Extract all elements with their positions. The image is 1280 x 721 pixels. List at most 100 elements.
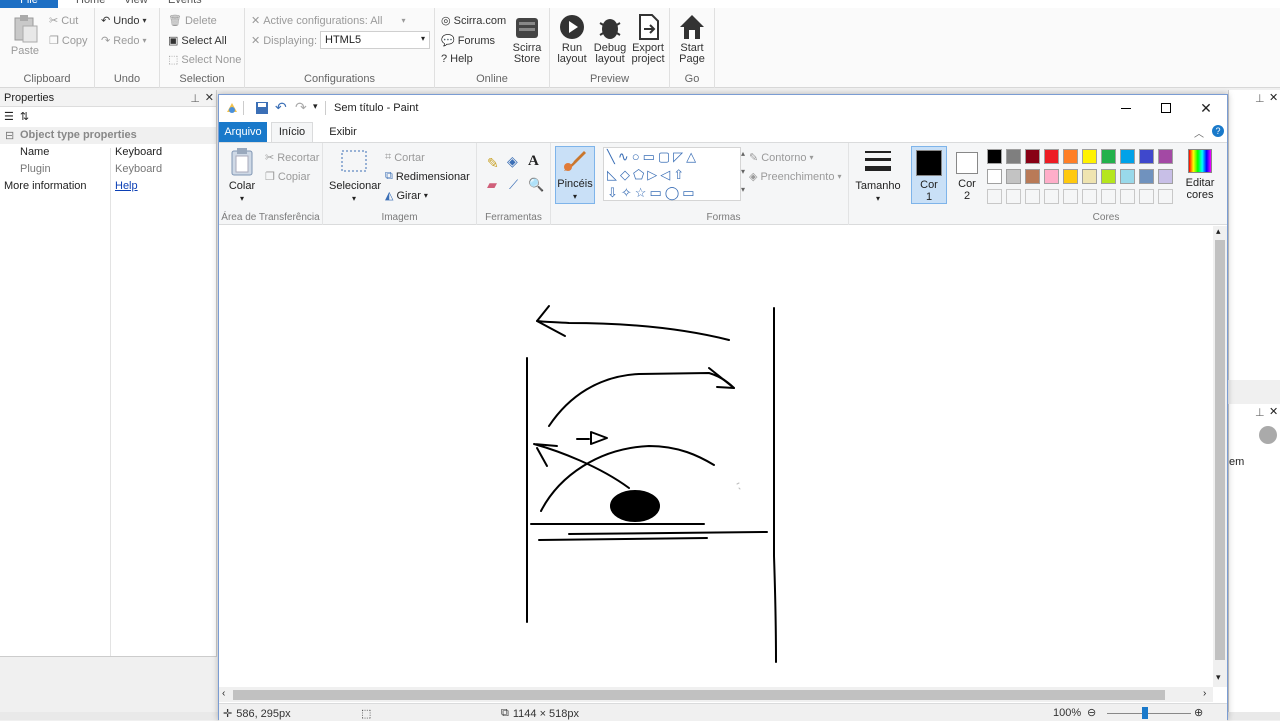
vertical-scrollbar[interactable]: ▴ ▾ <box>1213 226 1227 687</box>
help-link[interactable]: ? Help <box>441 53 473 65</box>
fill-icon[interactable]: ◈ <box>507 153 518 170</box>
custom-color-slot[interactable] <box>1101 189 1116 204</box>
scroll-up-icon[interactable]: ▴ <box>1216 226 1221 237</box>
pencil-icon[interactable]: ✎ <box>487 155 499 172</box>
close-button[interactable]: ✕ <box>1183 95 1229 121</box>
debug-layout-button[interactable]: Debug layout <box>592 13 628 65</box>
girar-button[interactable]: ◭ Girar ▾ <box>385 189 428 203</box>
color-swatch[interactable] <box>1063 169 1078 184</box>
select-all-button[interactable]: ▣ Select All <box>168 34 227 48</box>
pinceis-button[interactable]: Pincéis ▾ <box>555 146 595 204</box>
color-swatch[interactable] <box>1006 169 1021 184</box>
paste-button[interactable]: Paste <box>8 14 42 57</box>
color-swatch[interactable] <box>1120 169 1135 184</box>
tamanho-button[interactable]: Tamanho ▾ <box>853 149 903 205</box>
colar-button[interactable]: Colar ▾ <box>225 147 259 205</box>
custom-color-slot[interactable] <box>1082 189 1097 204</box>
scirra-store-button[interactable]: Scirra Store <box>509 13 545 65</box>
help-icon[interactable]: ? <box>1212 125 1224 137</box>
contorno-button[interactable]: ✎ Contorno ▾ <box>749 151 814 165</box>
zoom-slider-track[interactable] <box>1107 713 1191 714</box>
cut-button[interactable]: ✂ Cut <box>49 14 78 28</box>
color-swatch[interactable] <box>1120 149 1135 164</box>
tab-exibir[interactable]: Exibir <box>323 122 363 142</box>
color-swatch[interactable] <box>1158 169 1173 184</box>
preenchimento-button[interactable]: ◈ Preenchimento ▾ <box>749 170 841 184</box>
color-swatch[interactable] <box>1006 149 1021 164</box>
color-swatch[interactable] <box>1082 169 1097 184</box>
horizontal-scroll-thumb[interactable] <box>233 690 1165 700</box>
scroll-up-icon[interactable]: ▴ <box>741 149 745 158</box>
copiar-button[interactable]: ❐ Copiar <box>265 170 310 184</box>
recortar-button[interactable]: ✂ Recortar <box>265 151 319 165</box>
drawing-canvas[interactable] <box>219 226 1213 687</box>
vertical-scroll-thumb[interactable] <box>1215 240 1225 660</box>
home-tab[interactable]: Home <box>70 0 111 8</box>
file-tab[interactable]: File <box>0 0 58 8</box>
scroll-left-icon[interactable]: ‹ <box>222 688 225 699</box>
forums-link[interactable]: 💬 Forums <box>441 34 495 48</box>
color-swatch[interactable] <box>1025 169 1040 184</box>
redimensionar-button[interactable]: ⧉ Redimensionar <box>385 170 470 183</box>
color-swatch[interactable] <box>1082 149 1097 164</box>
color-picker-icon[interactable]: ⟋ <box>509 177 518 193</box>
events-tab[interactable]: Events <box>162 0 208 8</box>
scirra-link[interactable]: ◎ Scirra.com <box>441 14 506 28</box>
sort-alpha-icon[interactable]: ⇅ <box>20 110 29 124</box>
help-link[interactable]: Help <box>115 180 138 192</box>
color-swatch[interactable] <box>1044 149 1059 164</box>
collapse-ribbon-icon[interactable]: ︿ <box>1194 125 1204 140</box>
custom-color-slot[interactable] <box>1025 189 1040 204</box>
run-layout-button[interactable]: Run layout <box>554 13 590 65</box>
custom-color-slot[interactable] <box>1120 189 1135 204</box>
undo-button[interactable]: ↶ Undo ▾ <box>101 14 147 28</box>
color-swatch[interactable] <box>987 149 1002 164</box>
custom-color-slot[interactable] <box>1063 189 1078 204</box>
active-configurations-dropdown[interactable]: ✕ Active configurations: All ▾ <box>251 14 405 28</box>
copy-button[interactable]: ❐ Copy <box>49 34 88 48</box>
property-row-name[interactable]: Name Keyboard <box>0 144 216 161</box>
selecionar-button[interactable]: Selecionar ▾ <box>329 147 381 205</box>
object-type-section[interactable]: ⊟ Object type properties <box>0 127 216 144</box>
color-swatch[interactable] <box>1063 149 1078 164</box>
zoom-in-icon[interactable]: ⊕ <box>1194 706 1203 719</box>
color-swatch[interactable] <box>1139 149 1154 164</box>
cor1-button[interactable]: Cor 1 <box>911 146 947 204</box>
select-none-button[interactable]: ⬚ Select None <box>168 53 241 67</box>
color-swatch[interactable] <box>1101 169 1116 184</box>
delete-button[interactable]: 🗑 Delete <box>168 14 217 28</box>
pin-icon[interactable]: ⊥ <box>1255 406 1265 419</box>
start-page-button[interactable]: Start Page <box>674 13 710 65</box>
view-tab[interactable]: View <box>118 0 154 8</box>
categorized-icon[interactable]: ☰ <box>4 110 14 124</box>
custom-color-slot[interactable] <box>987 189 1002 204</box>
scroll-down-icon[interactable]: ▾ <box>1216 672 1221 683</box>
eraser-icon[interactable]: ▰ <box>487 177 497 193</box>
text-icon[interactable]: A <box>528 153 539 170</box>
color-swatch[interactable] <box>1101 149 1116 164</box>
cor2-button[interactable]: Cor 2 <box>949 146 985 204</box>
horizontal-scrollbar[interactable]: ‹ › <box>219 687 1213 702</box>
add-icon[interactable] <box>1259 426 1277 444</box>
close-icon[interactable]: ✕ <box>205 91 214 104</box>
save-icon[interactable] <box>255 101 269 115</box>
magnifier-icon[interactable]: 🔍 <box>528 177 544 193</box>
color-swatch[interactable] <box>1139 169 1154 184</box>
redo-button[interactable]: ↷ Redo ▾ <box>101 34 147 48</box>
displaying-select[interactable]: HTML5 ▾ <box>320 31 430 49</box>
property-row-plugin[interactable]: Plugin Keyboard <box>0 161 216 178</box>
scroll-down-icon[interactable]: ▾ <box>741 167 745 176</box>
custom-color-slot[interactable] <box>1139 189 1154 204</box>
redo-icon[interactable]: ↷ <box>295 100 309 115</box>
scroll-right-icon[interactable]: › <box>1203 688 1206 699</box>
color-swatch[interactable] <box>1025 149 1040 164</box>
export-project-button[interactable]: Export project <box>630 13 666 65</box>
close-icon[interactable]: ✕ <box>1269 405 1278 418</box>
zoom-slider-thumb[interactable] <box>1142 707 1148 719</box>
zoom-out-icon[interactable]: ⊖ <box>1087 706 1096 719</box>
color-swatch[interactable] <box>1158 149 1173 164</box>
close-icon[interactable]: ✕ <box>1269 91 1278 104</box>
tab-inicio[interactable]: Início <box>271 122 313 143</box>
undo-icon[interactable]: ↶ <box>275 100 289 115</box>
custom-color-slot[interactable] <box>1158 189 1173 204</box>
